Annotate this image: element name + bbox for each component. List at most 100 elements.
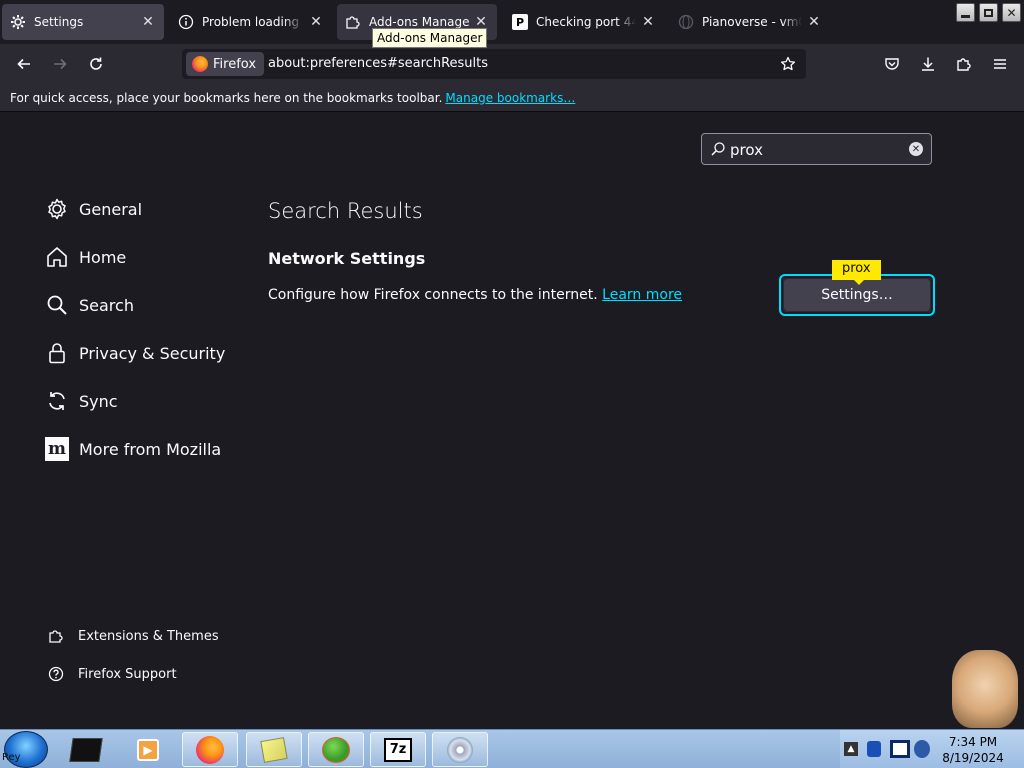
- reload-icon: [90, 57, 102, 70]
- network-icon[interactable]: [914, 740, 930, 758]
- category-label: Privacy & Security: [79, 343, 226, 363]
- tray-app-icon[interactable]: [867, 741, 881, 757]
- clock-time: 7:34 PM: [948, 735, 998, 749]
- forward-button[interactable]: [46, 50, 74, 78]
- windows-taskbar: Rey ▶ 7z ▲ 7:34 PM 8/19/2024: [0, 729, 1024, 768]
- tab-label: Checking port 445 on: [536, 15, 636, 29]
- category-more-from-mozilla[interactable]: m More from Mozilla: [45, 433, 221, 465]
- back-button[interactable]: [10, 50, 38, 78]
- tab-tooltip: Add-ons Manager: [372, 28, 488, 48]
- category-label: General: [79, 199, 143, 219]
- close-icon[interactable]: ✕: [308, 14, 324, 30]
- tab-label: Settings: [34, 15, 84, 29]
- download-icon: [922, 57, 934, 71]
- app-menu-button[interactable]: [986, 50, 1014, 78]
- url-text[interactable]: about:preferences#searchResults: [268, 56, 488, 71]
- puzzle-icon: [957, 58, 971, 71]
- puzzle-icon: [345, 14, 361, 30]
- network-settings-description: Configure how Firefox connects to the in…: [268, 287, 682, 303]
- tab-checking-port[interactable]: P Checking port 445 on ✕: [504, 4, 664, 40]
- tab-problem-loading[interactable]: Problem loading page ✕: [170, 4, 332, 40]
- clock-date: 8/19/2024: [942, 751, 1004, 765]
- puzzle-icon: [47, 627, 65, 645]
- gear-icon: [45, 197, 69, 221]
- sticky-notes-icon: [260, 736, 288, 763]
- category-privacy-security[interactable]: Privacy & Security: [45, 337, 225, 369]
- close-icon[interactable]: ✕: [640, 14, 656, 30]
- search-input[interactable]: prox ✕: [701, 133, 932, 165]
- tab-label: Problem loading page: [202, 15, 304, 29]
- learn-more-link[interactable]: Learn more: [602, 287, 682, 303]
- reload-button[interactable]: [82, 50, 110, 78]
- category-label: Sync: [79, 391, 118, 411]
- start-label: Rey: [2, 752, 21, 763]
- lock-icon: [45, 341, 69, 365]
- display-icon[interactable]: [890, 740, 910, 758]
- description-text: Configure how Firefox connects to the in…: [268, 287, 598, 303]
- clock[interactable]: 7:34 PM 8/19/2024: [930, 734, 1016, 766]
- gear-icon: [10, 14, 26, 30]
- globe-icon: [678, 14, 694, 30]
- home-icon: [45, 245, 69, 269]
- preferences-page: prox ✕ General Home Search Privacy & Sec…: [0, 113, 1024, 729]
- taskbar-app-terminal[interactable]: [58, 732, 114, 767]
- taskbar-app-7zip[interactable]: 7z: [370, 732, 426, 767]
- category-label: Home: [79, 247, 127, 267]
- url-bar[interactable]: Firefox about:preferences#searchResults: [182, 49, 806, 79]
- category-home[interactable]: Home: [45, 241, 126, 273]
- button-label: Settings…: [821, 287, 893, 303]
- extensions-button[interactable]: [950, 50, 978, 78]
- disc-icon: [447, 736, 473, 763]
- help-icon: [47, 665, 65, 683]
- footer-link-label: Extensions & Themes: [78, 628, 219, 644]
- mozilla-m-icon: m: [45, 437, 69, 461]
- restore-button[interactable]: [979, 3, 998, 22]
- desktop-mascot-image: [952, 650, 1018, 728]
- taskbar-app-firefox[interactable]: [182, 732, 238, 767]
- firefox-support-link[interactable]: Firefox Support: [47, 662, 177, 686]
- show-hidden-icons-button[interactable]: ▲: [844, 742, 858, 756]
- identity-label: Firefox: [213, 56, 257, 72]
- search-highlight-badge: prox: [832, 260, 881, 285]
- close-window-button[interactable]: ✕: [1002, 3, 1021, 22]
- category-search[interactable]: Search: [45, 289, 134, 321]
- arrow-right-icon: [54, 58, 67, 70]
- category-label: More from Mozilla: [79, 439, 222, 459]
- category-general[interactable]: General: [45, 193, 142, 225]
- 7zip-icon: 7z: [384, 737, 412, 762]
- search-input-value: prox: [730, 141, 763, 159]
- extensions-themes-link[interactable]: Extensions & Themes: [47, 624, 219, 648]
- taskbar-app-sticky-notes[interactable]: [246, 732, 302, 767]
- downloads-button[interactable]: [914, 50, 942, 78]
- taskbar-app-media-player[interactable]: ▶: [120, 732, 176, 767]
- tab-settings[interactable]: Settings ✕: [2, 4, 164, 40]
- messenger-icon: [322, 736, 350, 763]
- media-player-icon: ▶: [137, 738, 159, 761]
- clear-search-icon[interactable]: ✕: [909, 142, 923, 156]
- close-icon[interactable]: ✕: [806, 14, 822, 30]
- tab-label: Add-ons Manager: [369, 15, 469, 29]
- manage-bookmarks-link[interactable]: Manage bookmarks…: [445, 91, 575, 105]
- firefox-logo-icon: [192, 56, 208, 72]
- close-icon[interactable]: ✕: [140, 14, 156, 30]
- minimize-button[interactable]: [956, 3, 975, 22]
- tab-pianoverse[interactable]: Pianoverse - vm0b0t ✕: [670, 4, 830, 40]
- info-icon: [178, 14, 194, 30]
- category-sync[interactable]: Sync: [45, 385, 118, 417]
- search-icon: [45, 293, 69, 317]
- bookmark-star-icon[interactable]: [776, 52, 800, 76]
- hamburger-menu-icon: [994, 59, 1006, 69]
- terminal-icon: [69, 737, 103, 762]
- identity-box[interactable]: Firefox: [186, 52, 265, 76]
- search-results-heading: Search Results: [268, 199, 423, 223]
- system-tray: ▲ 7:34 PM 8/19/2024: [840, 730, 1024, 768]
- p-logo-icon: P: [512, 14, 528, 30]
- pocket-button[interactable]: [878, 50, 906, 78]
- bookmarks-toolbar-message: For quick access, place your bookmarks h…: [10, 90, 443, 105]
- arrow-left-icon: [17, 58, 30, 70]
- sync-icon: [45, 389, 69, 413]
- taskbar-app-disc-burner[interactable]: [432, 732, 488, 767]
- taskbar-app-messenger[interactable]: [308, 732, 364, 767]
- navigation-toolbar: Firefox about:preferences#searchResults: [0, 44, 1024, 84]
- network-settings-heading: Network Settings: [268, 249, 426, 268]
